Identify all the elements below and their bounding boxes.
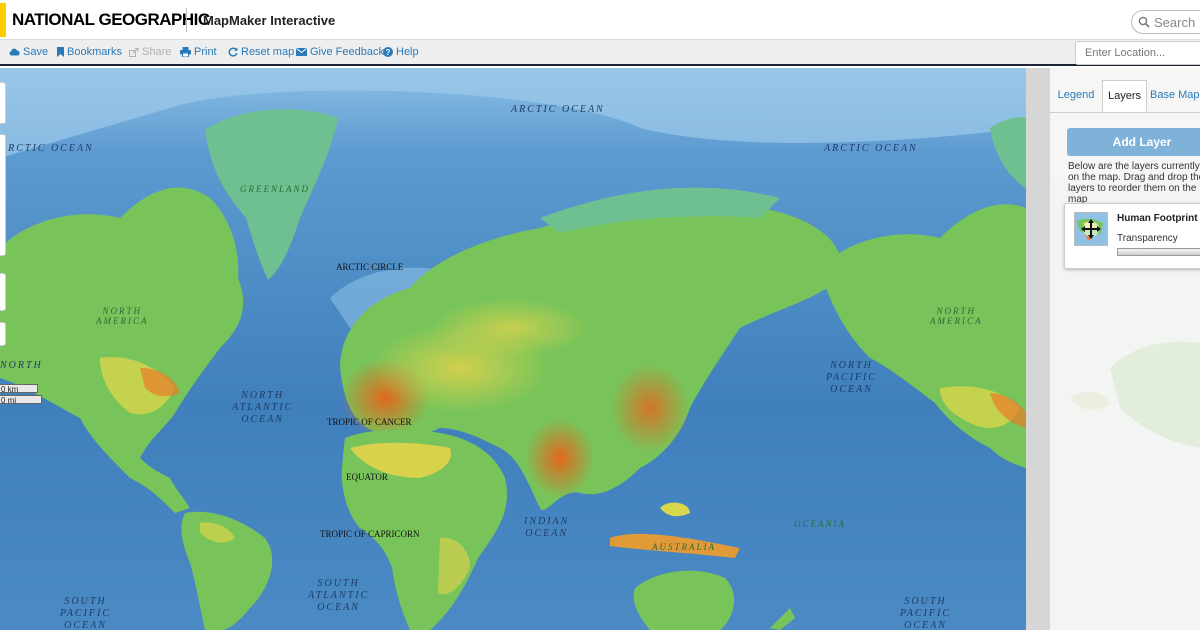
transparency-label: Transparency xyxy=(1117,233,1178,244)
refresh-icon xyxy=(228,47,238,57)
toolbar: Save Bookmarks Share Print Reset map Giv… xyxy=(0,40,1200,66)
bookmark-icon xyxy=(57,47,64,57)
envelope-icon xyxy=(296,48,307,56)
pan-control[interactable] xyxy=(0,82,6,124)
share-icon xyxy=(129,47,139,57)
label-tropic-of-cancer: TROPIC OF CANCER xyxy=(327,417,412,427)
label-south-atlantic-ocean: SOUTH ATLANTIC OCEAN xyxy=(308,578,370,613)
australia-shape xyxy=(633,570,735,630)
label-equator: EQUATOR xyxy=(346,472,388,482)
print-button[interactable]: Print xyxy=(180,46,217,58)
layers-description: Below are the layers currently on the ma… xyxy=(1068,161,1200,205)
search-icon xyxy=(1138,16,1150,28)
layer-card-human-footprint[interactable]: Human Footprint Transparency xyxy=(1064,203,1200,269)
label-indian-ocean: INDIAN OCEAN xyxy=(524,516,570,539)
label-north-america: NORTH AMERICA xyxy=(96,306,149,326)
share-label: Share xyxy=(142,46,172,58)
zoom-in-button[interactable] xyxy=(0,273,6,311)
layers-panel: Legend Layers Base Map Add Layer Below a… xyxy=(1050,68,1200,630)
transparency-slider[interactable] xyxy=(1117,248,1200,256)
drag-move-icon[interactable] xyxy=(1075,213,1107,245)
label-arctic-ocean: ARCTIC OCEAN xyxy=(511,104,605,115)
panel-tabs: Legend Layers Base Map xyxy=(1050,80,1200,113)
reset-map-button[interactable]: Reset map xyxy=(228,46,294,58)
give-feedback-label: Give Feedback xyxy=(310,46,384,58)
label-arctic-ocean-right: ARCTIC OCEAN xyxy=(824,143,918,154)
label-north-pacific-left: NORTH xyxy=(0,360,43,371)
print-label: Print xyxy=(194,46,217,58)
label-south-pacific-left: SOUTH PACIFIC OCEAN xyxy=(60,596,112,630)
national-geographic-logo[interactable]: NATIONAL GEOGRAPHIC xyxy=(0,3,210,37)
label-north-pacific-ocean: NORTH PACIFIC OCEAN xyxy=(826,360,878,395)
tab-layers[interactable]: Layers xyxy=(1102,80,1147,112)
label-greenland: GREENLAND xyxy=(240,184,311,194)
search-label: Search xyxy=(1154,14,1196,30)
label-oceania: OCEANIA xyxy=(794,519,846,529)
header-divider xyxy=(186,8,187,32)
zoom-out-button[interactable] xyxy=(0,322,6,346)
yellow-frame-icon xyxy=(0,3,6,37)
save-label: Save xyxy=(23,46,49,58)
label-south-pacific-right: SOUTH PACIFIC OCEAN xyxy=(900,596,952,630)
world-map[interactable]: ARCTIC OCEAN ARCTIC OCEAN ARCTIC OCEAN N… xyxy=(0,68,1026,630)
give-feedback-button[interactable]: Give Feedback xyxy=(296,46,384,58)
tab-base-map[interactable]: Base Map xyxy=(1150,80,1200,112)
tab-legend[interactable]: Legend xyxy=(1050,80,1102,112)
panel-divider[interactable] xyxy=(1026,68,1050,630)
app-header: NATIONAL GEOGRAPHIC MapMaker Interactive… xyxy=(0,0,1200,40)
save-button[interactable]: Save xyxy=(9,46,48,58)
label-tropic-of-capricorn: TROPIC OF CAPRICORN xyxy=(320,529,420,539)
label-australia: AUSTRALIA xyxy=(652,542,716,552)
label-north-atlantic-ocean: NORTH ATLANTIC OCEAN xyxy=(232,390,294,425)
location-input[interactable] xyxy=(1075,41,1200,65)
search-button[interactable]: Search xyxy=(1131,10,1200,34)
layer-thumbnail xyxy=(1074,212,1108,246)
cloud-icon xyxy=(9,48,20,56)
label-arctic-circle: ARCTIC CIRCLE xyxy=(336,262,404,272)
reset-map-label: Reset map xyxy=(241,46,295,58)
help-button[interactable]: ? Help xyxy=(383,46,419,58)
share-button[interactable]: Share xyxy=(129,46,171,58)
logo-text: NATIONAL GEOGRAPHIC xyxy=(12,10,210,29)
label-north-america-right: NORTH AMERICA xyxy=(930,306,983,326)
help-label: Help xyxy=(396,46,419,58)
printer-icon xyxy=(180,47,191,57)
scale-bar-mi: 0 mi xyxy=(0,395,42,405)
bookmarks-button[interactable]: Bookmarks xyxy=(57,46,122,58)
zoom-slider[interactable] xyxy=(0,134,6,256)
label-arctic-ocean-left: ARCTIC OCEAN xyxy=(0,143,94,154)
scale-bar-km: 0 km xyxy=(0,384,38,394)
svg-text:?: ? xyxy=(386,48,391,57)
bookmarks-label: Bookmarks xyxy=(67,46,123,58)
layer-name: Human Footprint xyxy=(1117,213,1198,224)
add-layer-button[interactable]: Add Layer xyxy=(1067,128,1200,156)
app-title: MapMaker Interactive xyxy=(203,13,336,28)
help-icon: ? xyxy=(383,47,393,57)
